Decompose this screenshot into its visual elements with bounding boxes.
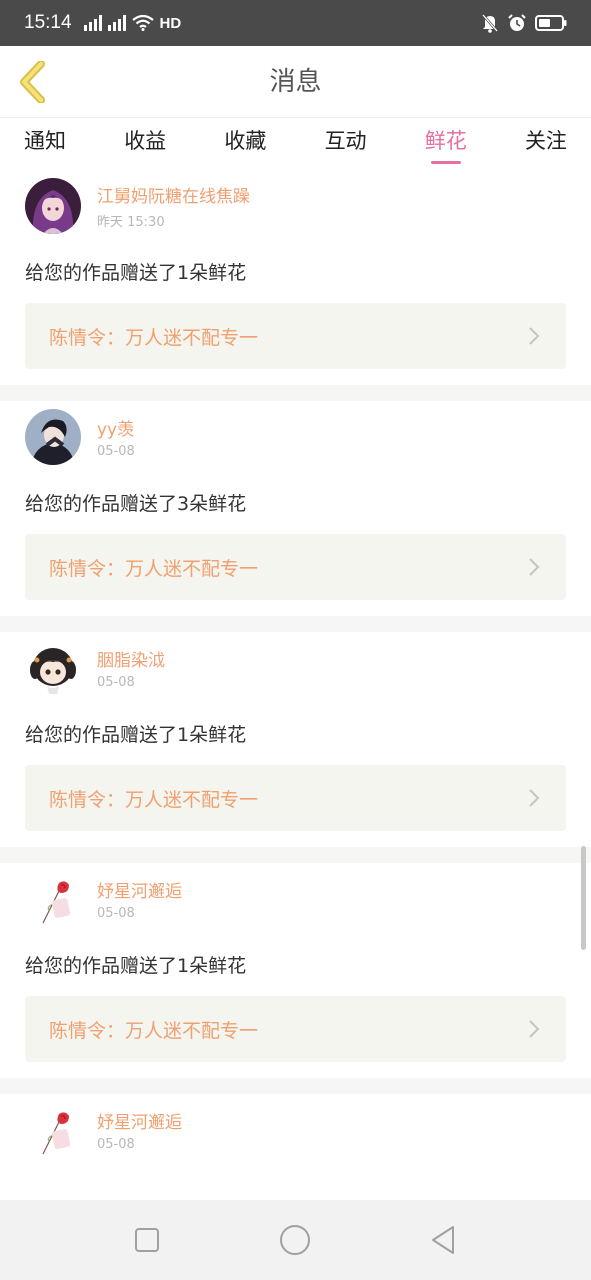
avatar[interactable] <box>25 409 81 465</box>
message-text: 给您的作品赠送了3朵鲜花 <box>25 493 247 515</box>
work-title: 陈情令：万人迷不配专一 <box>49 326 259 349</box>
wifi-icon <box>131 15 154 31</box>
tab-interactions[interactable]: 互动 <box>325 118 367 170</box>
system-nav-bar <box>0 1200 591 1280</box>
work-title: 陈情令：万人迷不配专一 <box>49 557 259 580</box>
header: 消息 <box>0 46 591 118</box>
work-link[interactable]: 陈情令：万人迷不配专一 <box>25 765 566 831</box>
scrollbar[interactable] <box>581 846 586 950</box>
work-title: 陈情令：万人迷不配专一 <box>49 1019 259 1042</box>
timestamp: 昨天 15:30 <box>97 215 165 230</box>
rose-avatar-icon <box>25 1102 81 1158</box>
message-text: 给您的作品赠送了1朵鲜花 <box>25 262 247 284</box>
divider <box>0 847 591 863</box>
hd-label: HD <box>159 14 182 32</box>
tab-follows[interactable]: 关注 <box>525 118 567 170</box>
message-text: 给您的作品赠送了1朵鲜花 <box>25 955 247 977</box>
anime-girl-avatar-icon <box>25 178 81 234</box>
chibi-girl-avatar-icon <box>25 640 81 696</box>
tab-notifications[interactable]: 通知 <box>24 118 66 170</box>
tab-bar: 通知 收益 收藏 互动 鲜花 关注 <box>0 118 591 170</box>
rose-avatar-icon <box>25 871 81 927</box>
network-indicators: HD <box>83 14 182 32</box>
work-link[interactable]: 陈情令：万人迷不配专一 <box>25 303 566 369</box>
circle-icon <box>280 1225 310 1255</box>
timestamp: 05-08 <box>97 1137 135 1152</box>
username[interactable]: 江舅妈阮糖在线焦躁 <box>97 182 250 207</box>
battery-icon <box>535 15 567 31</box>
list-item: 江舅妈阮糖在线焦躁 昨天 15:30 给您的作品赠送了1朵鲜花 陈情令：万人迷不… <box>0 170 591 385</box>
avatar[interactable] <box>25 1102 81 1158</box>
home-button[interactable] <box>275 1220 315 1260</box>
list-item: 胭脂染泧 05-08 给您的作品赠送了1朵鲜花 陈情令：万人迷不配专一 <box>0 632 591 847</box>
divider <box>0 1078 591 1094</box>
list-item: 妤星河邂逅 05-08 给您的作品赠送了1朵鲜花 陈情令：万人迷不配专一 <box>0 863 591 1078</box>
status-bar: 15:14 HD <box>0 0 591 46</box>
work-link[interactable]: 陈情令：万人迷不配专一 <box>25 534 566 600</box>
mute-bell-icon <box>482 14 498 33</box>
message-list[interactable]: 江舅妈阮糖在线焦躁 昨天 15:30 给您的作品赠送了1朵鲜花 陈情令：万人迷不… <box>0 170 591 1200</box>
square-icon <box>135 1228 159 1252</box>
work-title: 陈情令：万人迷不配专一 <box>49 788 259 811</box>
nav-back-button[interactable] <box>423 1220 463 1260</box>
timestamp: 05-08 <box>97 444 135 459</box>
signal-icon <box>83 15 102 31</box>
username[interactable]: 妤星河邂逅 <box>97 1108 182 1133</box>
avatar[interactable] <box>25 871 81 927</box>
chevron-right-icon <box>529 789 540 807</box>
work-link[interactable]: 陈情令：万人迷不配专一 <box>25 996 566 1062</box>
username[interactable]: 胭脂染泧 <box>97 646 165 671</box>
tab-earnings[interactable]: 收益 <box>124 118 166 170</box>
timestamp: 05-08 <box>97 675 135 690</box>
list-item: 妤星河邂逅 05-08 <box>0 1094 591 1174</box>
avatar[interactable] <box>25 640 81 696</box>
triangle-back-icon <box>432 1226 454 1254</box>
recents-button[interactable] <box>127 1220 167 1260</box>
page-title: 消息 <box>269 67 322 97</box>
chevron-right-icon <box>529 1020 540 1038</box>
chevron-right-icon <box>529 327 540 345</box>
message-text: 给您的作品赠送了1朵鲜花 <box>25 724 247 746</box>
timestamp: 05-08 <box>97 906 135 921</box>
boy-avatar-icon <box>25 409 81 465</box>
divider <box>0 616 591 632</box>
username[interactable]: yy羡 <box>97 415 135 440</box>
alarm-icon <box>508 14 526 31</box>
username[interactable]: 妤星河邂逅 <box>97 877 182 902</box>
status-right <box>481 13 567 33</box>
chevron-right-icon <box>529 558 540 576</box>
tab-flowers[interactable]: 鲜花 <box>425 118 467 170</box>
divider <box>0 385 591 401</box>
status-time: 15:14 <box>24 12 72 33</box>
avatar[interactable] <box>25 178 81 234</box>
list-item: yy羡 05-08 给您的作品赠送了3朵鲜花 陈情令：万人迷不配专一 <box>0 401 591 616</box>
tab-favorites[interactable]: 收藏 <box>224 118 266 170</box>
signal-icon <box>107 15 126 31</box>
